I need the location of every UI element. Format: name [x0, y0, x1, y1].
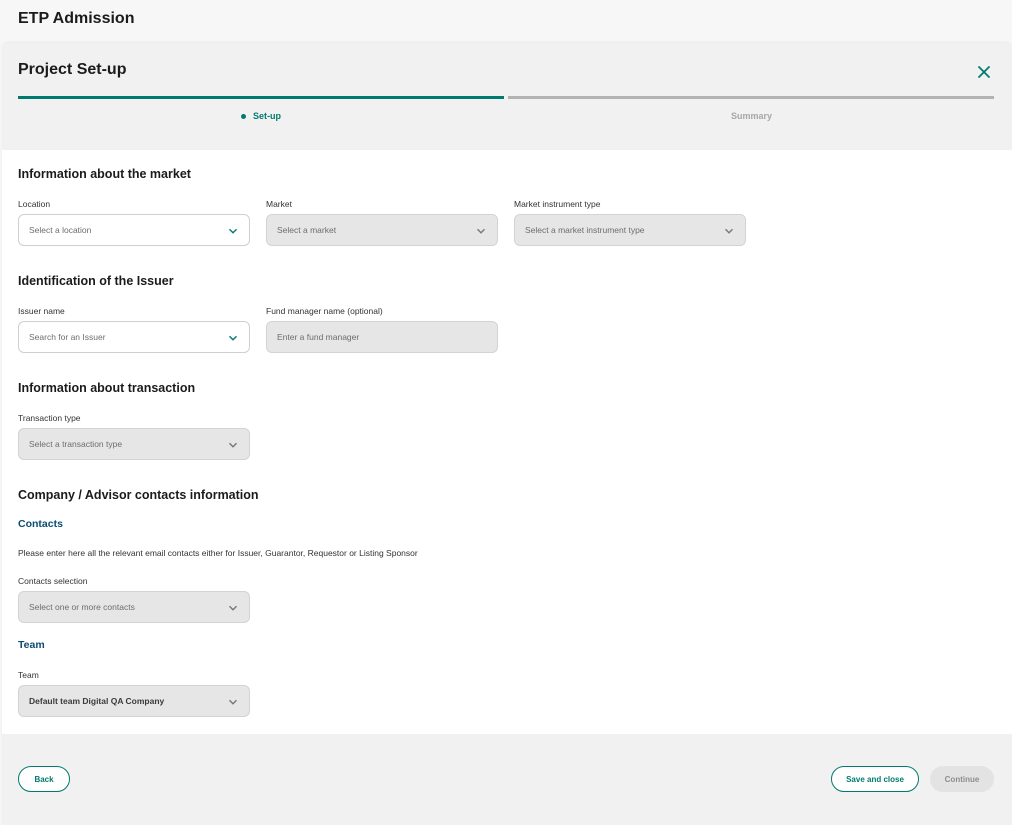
team-label: Team	[18, 670, 39, 680]
contacts-placeholder: Select one or more contacts	[29, 602, 135, 612]
chevron-down-icon	[229, 228, 237, 234]
back-button[interactable]: Back	[18, 766, 70, 792]
section-title-contacts: Company / Advisor contacts information	[18, 488, 259, 502]
close-button[interactable]	[976, 64, 992, 80]
project-setup-dialog: Project Set-up Set-up Summary Informatio…	[2, 43, 1012, 825]
step-progress-summary	[508, 96, 994, 99]
transaction-type-label: Transaction type	[18, 413, 81, 423]
fund-manager-input[interactable]: Enter a fund manager	[266, 321, 498, 353]
issuer-placeholder: Search for an Issuer	[29, 332, 106, 342]
step-summary-label: Summary	[731, 111, 773, 121]
continue-button[interactable]: Continue	[930, 766, 994, 792]
team-value: Default team Digital QA Company	[29, 696, 165, 706]
contacts-selection-label: Contacts selection	[18, 576, 88, 586]
step-summary[interactable]: Summary	[731, 111, 772, 121]
fund-manager-placeholder: Enter a fund manager	[277, 332, 360, 342]
form-body: Information about the market Location Se…	[2, 150, 1012, 734]
dialog-header: Project Set-up Set-up Summary	[2, 43, 1012, 150]
contacts-select[interactable]: Select one or more contacts	[18, 591, 250, 623]
chevron-down-icon	[477, 228, 485, 234]
issuer-search-select[interactable]: Search for an Issuer	[18, 321, 250, 353]
close-icon	[978, 66, 990, 78]
chevron-down-icon	[229, 605, 237, 611]
contacts-help-text: Please enter here all the relevant email…	[18, 548, 418, 558]
step-setup[interactable]: Set-up	[241, 111, 281, 121]
chevron-down-icon	[229, 699, 237, 705]
team-select[interactable]: Default team Digital QA Company	[18, 685, 250, 717]
chevron-down-icon	[229, 335, 237, 341]
instrument-type-select[interactable]: Select a market instrument type	[514, 214, 746, 246]
app-title: ETP Admission	[18, 10, 135, 27]
market-select[interactable]: Select a market	[266, 214, 498, 246]
issuer-name-label: Issuer name	[18, 306, 65, 316]
chevron-down-icon	[229, 442, 237, 448]
step-active-dot	[241, 113, 246, 119]
section-title-market: Information about the market	[18, 167, 191, 181]
step-setup-label: Set-up	[253, 111, 281, 121]
transaction-type-placeholder: Select a transaction type	[29, 439, 123, 449]
location-placeholder: Select a location	[29, 225, 92, 235]
section-title-issuer: Identification of the Issuer	[18, 274, 174, 288]
section-title-transaction: Information about transaction	[18, 381, 196, 395]
step-progress-setup	[18, 96, 504, 99]
fund-manager-label: Fund manager name (optional)	[266, 306, 383, 316]
save-and-close-button[interactable]: Save and close	[831, 766, 919, 792]
location-label: Location	[18, 199, 51, 209]
location-select[interactable]: Select a location	[18, 214, 250, 246]
market-placeholder: Select a market	[277, 225, 337, 235]
market-label: Market	[266, 199, 292, 209]
dialog-title: Project Set-up	[18, 61, 127, 78]
transaction-type-select[interactable]: Select a transaction type	[18, 428, 250, 460]
team-subtitle: Team	[18, 639, 45, 651]
contacts-subtitle: Contacts	[18, 518, 63, 530]
chevron-down-icon	[725, 228, 733, 234]
instrument-type-label: Market instrument type	[514, 199, 601, 209]
instrument-type-placeholder: Select a market instrument type	[525, 225, 645, 235]
